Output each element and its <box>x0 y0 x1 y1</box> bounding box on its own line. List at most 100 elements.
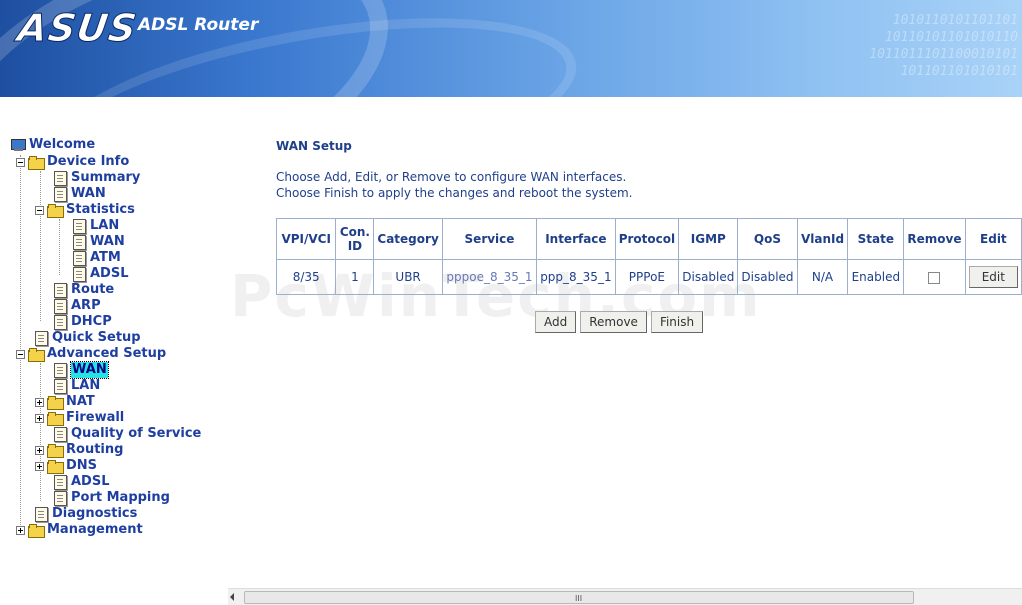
product-name: ADSL Router <box>138 15 259 35</box>
sidebar-item-label: Quick Setup <box>52 330 141 345</box>
col-header-protocol: Protocol <box>614 218 680 260</box>
sidebar-item-adv-wan[interactable]: WAN <box>54 361 109 379</box>
cell-qos: Disabled <box>737 259 798 295</box>
cell-service: pppoe_8_35_1 <box>441 259 538 295</box>
asus-logo: ASUS <box>14 6 141 51</box>
sidebar-item-label: WAN <box>90 234 125 249</box>
col-header-vlanid: VlanId <box>796 218 849 260</box>
col-header-interface: Interface <box>536 218 616 260</box>
sidebar-item-device-info[interactable]: Device Info <box>16 154 129 170</box>
binary-line: 1010110101101101 <box>892 13 1018 28</box>
page-icon <box>35 330 48 346</box>
page-icon <box>73 218 86 234</box>
table-row: 8/35 1 UBR pppoe_8_35_1 ppp_8_35_1 PPPoE… <box>275 259 1022 295</box>
finish-button[interactable]: Finish <box>650 311 704 333</box>
sidebar-item-quick-setup[interactable]: Quick Setup <box>35 330 141 346</box>
sidebar-item-summary[interactable]: Summary <box>54 170 140 186</box>
folder-open-icon <box>28 156 45 170</box>
folder-icon <box>47 412 64 426</box>
page-icon <box>54 426 67 442</box>
scroll-left-arrow-icon[interactable] <box>230 593 234 601</box>
header-banner: ASUS ADSL Router 1010110101101101 101101… <box>0 0 1022 97</box>
col-header-service: Service <box>441 218 538 260</box>
horizontal-scrollbar[interactable]: III <box>228 588 1022 605</box>
page-icon <box>54 170 67 186</box>
sidebar-item-label: Firewall <box>66 410 125 425</box>
collapse-icon[interactable] <box>16 349 25 359</box>
add-button[interactable]: Add <box>535 311 577 333</box>
sidebar-item-firewall[interactable]: Firewall <box>35 410 124 426</box>
sidebar-item-label: ADSL <box>90 266 129 281</box>
col-header-qos: QoS <box>737 218 798 260</box>
sidebar-item-adv-adsl[interactable]: ADSL <box>54 474 110 490</box>
page-icon <box>54 186 67 202</box>
sidebar-item-nat[interactable]: NAT <box>35 394 95 410</box>
collapse-icon[interactable] <box>16 157 25 167</box>
remove-button[interactable]: Remove <box>580 311 647 333</box>
scrollbar-grip: III <box>575 594 583 603</box>
sidebar-item-stats-wan[interactable]: WAN <box>73 234 125 250</box>
col-header-con-id: Con. ID <box>335 218 375 260</box>
expand-icon[interactable] <box>35 397 44 407</box>
sidebar-item-label: Quality of Service <box>71 426 202 441</box>
sidebar-item-route[interactable]: Route <box>54 282 114 298</box>
folder-icon <box>47 460 64 474</box>
folder-open-icon <box>28 348 45 362</box>
sidebar-item-qos[interactable]: Quality of Service <box>54 426 201 442</box>
page-icon <box>54 474 67 490</box>
expand-icon[interactable] <box>35 461 44 471</box>
sidebar-item-stats-lan[interactable]: LAN <box>73 218 119 234</box>
binary-decoration: 1010110101101101 10110101101010110 10110… <box>869 12 1018 80</box>
sidebar-item-label: Port Mapping <box>71 490 170 505</box>
sidebar-item-label: ADSL <box>71 474 110 489</box>
expand-icon[interactable] <box>35 413 44 423</box>
binary-line: 1011011101100010101 <box>869 47 1018 62</box>
cell-remove <box>903 259 966 295</box>
cell-state: Enabled <box>847 259 905 295</box>
expand-icon[interactable] <box>35 445 44 455</box>
sidebar-item-port-mapping[interactable]: Port Mapping <box>54 490 170 506</box>
sidebar-item-advanced-setup[interactable]: Advanced Setup <box>16 346 166 362</box>
sidebar-item-dhcp[interactable]: DHCP <box>54 314 112 330</box>
page-icon <box>73 266 86 282</box>
page-icon <box>73 250 86 266</box>
tree-line <box>40 171 41 321</box>
page-icon <box>54 378 67 394</box>
sidebar-item-label: Summary <box>71 170 141 185</box>
cell-edit: Edit <box>964 259 1022 295</box>
sidebar-item-arp[interactable]: ARP <box>54 298 101 314</box>
col-header-remove: Remove <box>903 218 966 260</box>
page-icon <box>54 282 67 298</box>
sidebar-item-diagnostics[interactable]: Diagnostics <box>35 506 137 522</box>
page-icon <box>35 506 48 522</box>
scrollbar-thumb[interactable]: III <box>244 591 914 604</box>
binary-line: 101101101010101 <box>900 64 1018 79</box>
cell-con-id: 1 <box>335 259 375 295</box>
sidebar-item-info-wan[interactable]: WAN <box>54 186 106 202</box>
tree-line <box>20 155 21 533</box>
cell-interface: ppp_8_35_1 <box>536 259 616 295</box>
sidebar-item-welcome[interactable]: Welcome <box>11 137 95 153</box>
sidebar-item-routing[interactable]: Routing <box>35 442 123 458</box>
page-icon <box>54 362 67 378</box>
sidebar-item-management[interactable]: Management <box>16 522 143 538</box>
description-line: Choose Finish to apply the changes and r… <box>276 186 633 200</box>
sidebar-item-label: DNS <box>66 458 98 473</box>
sidebar-item-stats-adsl[interactable]: ADSL <box>73 266 129 282</box>
collapse-icon[interactable] <box>35 205 44 215</box>
page-icon <box>54 490 67 506</box>
sidebar-item-label: Welcome <box>29 137 96 152</box>
sidebar-item-label: NAT <box>66 394 95 409</box>
sidebar-item-label: Device Info <box>47 154 130 169</box>
remove-checkbox[interactable] <box>928 271 941 284</box>
sidebar-item-label: Route <box>71 282 115 297</box>
sidebar-item-statistics[interactable]: Statistics <box>35 202 135 218</box>
edit-button[interactable]: Edit <box>968 266 1018 288</box>
col-header-vpi-vci: VPI/VCI <box>275 218 337 260</box>
sidebar-item-label: WAN <box>70 361 109 379</box>
action-buttons: Add Remove Finish <box>535 311 704 333</box>
sidebar-item-stats-atm[interactable]: ATM <box>73 250 121 266</box>
expand-icon[interactable] <box>16 525 25 535</box>
sidebar-item-dns[interactable]: DNS <box>35 458 97 474</box>
sidebar-item-adv-lan[interactable]: LAN <box>54 378 100 394</box>
